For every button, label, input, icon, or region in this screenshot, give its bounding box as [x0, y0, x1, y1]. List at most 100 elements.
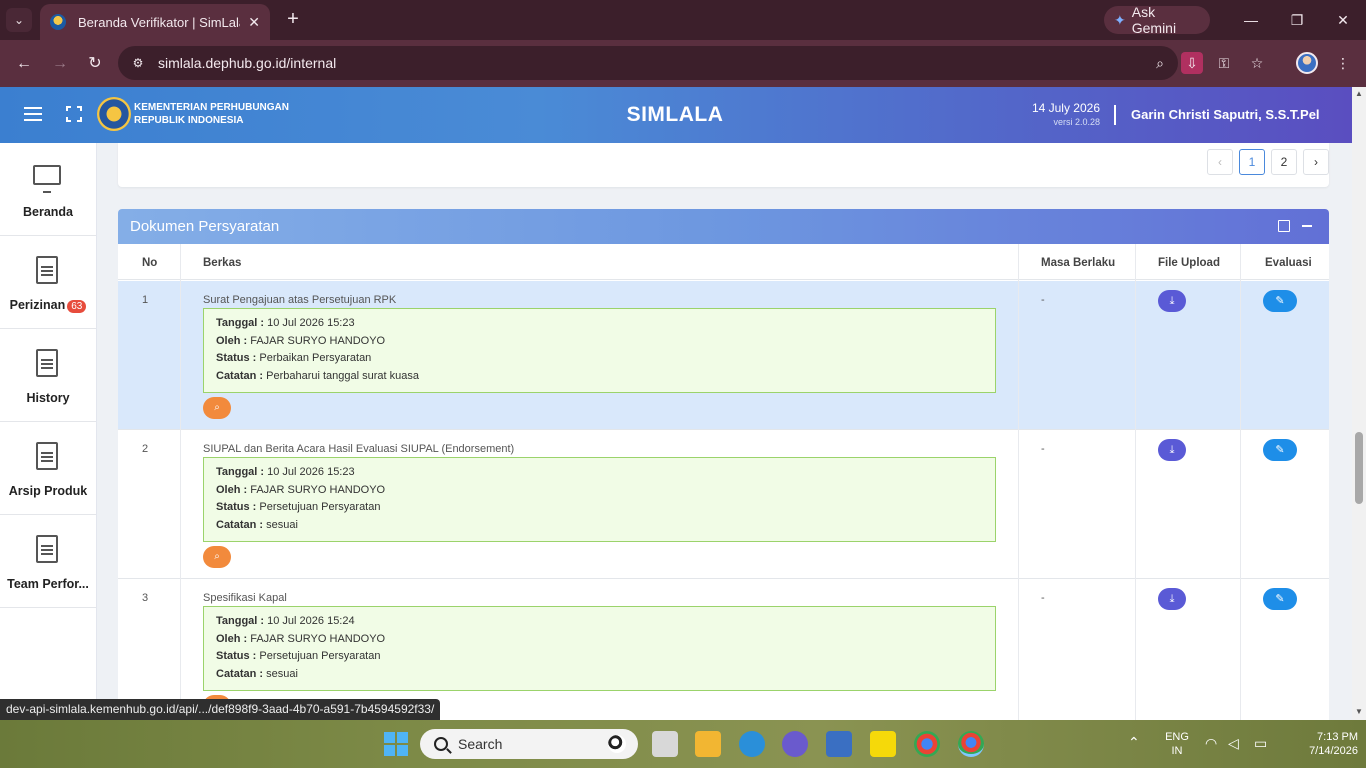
document-icon — [36, 442, 58, 470]
search-icon — [434, 737, 448, 751]
minimize-icon[interactable]: — — [1236, 8, 1266, 32]
ministry-line2: REPUBLIK INDONESIA — [134, 115, 244, 126]
url-text: simlala.dephub.go.id/internal — [158, 55, 337, 71]
tanggal-value: 10 Jul 2026 15:23 — [267, 317, 355, 329]
pagination-page-1[interactable]: 1 — [1239, 149, 1265, 175]
expand-icon[interactable] — [1278, 220, 1290, 232]
oleh-label: Oleh : — [216, 632, 248, 645]
oleh-line: Oleh : FAJAR SURYO HANDOYO — [216, 631, 983, 649]
oleh-value: FAJAR SURYO HANDOYO — [250, 334, 386, 347]
wifi-icon[interactable]: ◠ — [1205, 735, 1217, 768]
scroll-thumb[interactable] — [1355, 432, 1363, 504]
address-bar[interactable]: ⚙ simlala.dephub.go.id/internal — [118, 46, 1178, 80]
catatan-value: sesuai — [266, 518, 298, 531]
password-key-icon[interactable]: ⚿ — [1213, 52, 1235, 74]
masa-berlaku-value: - — [1041, 443, 1045, 455]
ministry-line1: KEMENTERIAN PERHUBUNGAN — [134, 102, 290, 113]
forward-arrow-icon[interactable]: → — [48, 52, 72, 76]
view-detail-search-icon[interactable]: ⌕ — [203, 397, 231, 419]
file-explorer-icon[interactable] — [695, 731, 721, 757]
close-tab-icon[interactable]: ✕ — [248, 14, 260, 31]
row-number: 2 — [142, 443, 149, 455]
oleh-line: Oleh : FAJAR SURYO HANDOYO — [216, 333, 983, 351]
catatan-line: Catatan : sesuai — [216, 517, 983, 535]
camera-app-icon[interactable] — [826, 731, 852, 757]
sidebar-item-arsip-produk[interactable]: Arsip Produk — [0, 422, 96, 515]
document-info-box: Tanggal : 10 Jul 2026 15:23 Oleh : FAJAR… — [203, 308, 996, 393]
sidebar-item-perizinan[interactable]: Perizinan 63 — [0, 236, 96, 329]
user-name[interactable]: Garin Christi Saputri, S.S.T.Pel — [1131, 107, 1320, 122]
status-label: Status : — [216, 650, 257, 663]
header-date: 14 July 2026 — [1031, 101, 1100, 115]
battery-icon[interactable]: ▭ — [1254, 735, 1267, 768]
close-window-icon[interactable]: ✕ — [1328, 8, 1358, 32]
download-icon[interactable]: ⤓ — [1158, 588, 1186, 610]
sidebar-item-perizinan-text: Perizinan — [9, 298, 66, 312]
download-icon[interactable]: ⤓ — [1158, 290, 1186, 312]
table-row: 2 SIUPAL dan Berita Acara Hasil Evaluasi… — [118, 430, 1329, 579]
zoom-search-icon[interactable]: ⌕ — [1149, 52, 1171, 74]
profile-avatar[interactable] — [1296, 52, 1318, 74]
status-label: Status : — [216, 352, 257, 365]
task-view-icon[interactable] — [652, 731, 678, 757]
catatan-label: Catatan : — [216, 667, 264, 680]
view-detail-search-icon[interactable]: ⌕ — [203, 546, 231, 568]
tab-search-chevron-icon[interactable]: ⌄ — [6, 8, 32, 32]
new-tab-icon[interactable]: + — [282, 8, 304, 32]
scroll-down-icon[interactable]: ▼ — [1354, 707, 1364, 717]
edit-evaluation-icon[interactable]: ✎ — [1263, 588, 1297, 610]
column-divider — [1018, 244, 1019, 728]
edit-evaluation-icon[interactable]: ✎ — [1263, 439, 1297, 461]
ask-gemini-button[interactable]: ✦ Ask Gemini — [1104, 4, 1210, 36]
install-app-icon[interactable]: ⇩ — [1181, 52, 1203, 74]
column-divider — [1135, 244, 1136, 728]
status-value: Persetujuan Persyaratan — [259, 650, 381, 663]
sidebar-item-beranda[interactable]: Beranda — [0, 143, 96, 236]
pagination-prev-button[interactable]: ‹ — [1207, 149, 1233, 175]
download-icon[interactable]: ⤓ — [1158, 439, 1186, 461]
windows-start-icon[interactable] — [384, 732, 408, 756]
app-version: versi 2.0.28 — [1053, 117, 1100, 127]
edit-evaluation-icon[interactable]: ✎ — [1263, 290, 1297, 312]
maximize-icon[interactable]: ❐ — [1282, 8, 1312, 32]
clock[interactable]: 7:13 PM 7/14/2026 — [1296, 730, 1358, 768]
bookmark-star-icon[interactable]: ☆ — [1246, 52, 1268, 74]
masa-berlaku-value: - — [1041, 592, 1045, 604]
table-header: No Berkas Masa Berlaku File Upload Evalu… — [118, 244, 1329, 280]
sidebar-item-team-performance[interactable]: Team Perfor... — [0, 515, 96, 608]
catatan-value: sesuai — [266, 667, 298, 680]
browser-tab-bar: ⌄ Beranda Verifikator | SimLala ✕ + ✦ As… — [0, 0, 1366, 40]
tab-title: Beranda Verifikator | SimLala — [78, 14, 241, 30]
reload-icon[interactable]: ↻ — [83, 52, 107, 76]
back-arrow-icon[interactable]: ← — [12, 52, 36, 76]
browser-menu-icon[interactable]: ⋮ — [1332, 52, 1354, 74]
browser-toolbar: ← → ↻ ⚙ simlala.dephub.go.id/internal ⌕ … — [0, 40, 1366, 87]
minimize-card-icon[interactable] — [1302, 225, 1312, 227]
edge-browser-icon[interactable] — [739, 731, 765, 757]
site-info-icon[interactable]: ⚙ — [130, 55, 146, 71]
browser-tab-active[interactable]: Beranda Verifikator | SimLala ✕ — [40, 4, 270, 40]
ministry-name: KEMENTERIAN PERHUBUNGAN REPUBLIK INDONES… — [134, 101, 289, 127]
fullscreen-icon[interactable] — [66, 106, 82, 122]
pagination-page-2[interactable]: 2 — [1271, 149, 1297, 175]
sidebar-item-label: Beranda — [22, 205, 74, 219]
sticky-notes-icon[interactable] — [870, 731, 896, 757]
document-icon — [36, 535, 58, 563]
taskbar-search-box[interactable]: Search — [420, 729, 638, 759]
pagination-next-button[interactable]: › — [1303, 149, 1329, 175]
volume-icon[interactable]: ◁ — [1228, 735, 1239, 768]
tray-chevron-up-icon[interactable]: ⌃ — [1128, 734, 1140, 768]
card-header: Dokumen Persyaratan — [118, 209, 1329, 244]
chrome-active-icon[interactable] — [958, 731, 984, 757]
page-scrollbar[interactable]: ▲ ▼ — [1352, 87, 1366, 720]
scroll-up-icon[interactable]: ▲ — [1354, 89, 1364, 99]
berkas-name: SIUPAL dan Berita Acara Hasil Evaluasi S… — [203, 443, 515, 455]
language-indicator[interactable]: ENG IN — [1162, 730, 1192, 768]
sidebar-item-history[interactable]: History — [0, 329, 96, 422]
tanggal-value: 10 Jul 2026 15:24 — [267, 615, 355, 627]
card-title: Dokumen Persyaratan — [130, 218, 280, 235]
hamburger-menu-icon[interactable] — [24, 107, 42, 121]
chrome-icon[interactable] — [914, 731, 940, 757]
app-icon[interactable] — [782, 731, 808, 757]
oleh-line: Oleh : FAJAR SURYO HANDOYO — [216, 482, 983, 500]
